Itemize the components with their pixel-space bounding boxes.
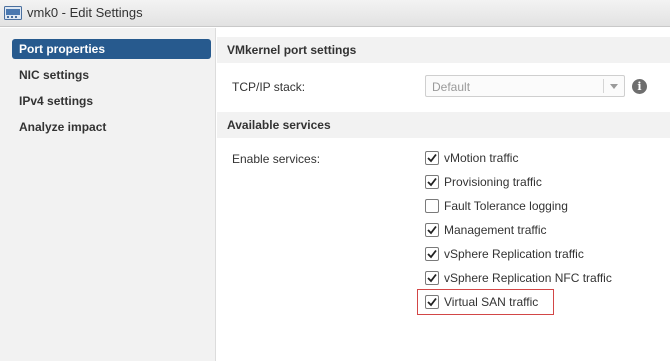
section-title: Available services (227, 118, 331, 132)
sidebar-item-nic-settings[interactable]: NIC settings (12, 65, 211, 85)
vmkernel-section-header: VMkernel port settings (217, 37, 670, 63)
window-title: vmk0 - Edit Settings (27, 5, 143, 20)
section-title: VMkernel port settings (227, 43, 357, 57)
title-bar: vmk0 - Edit Settings (0, 0, 670, 27)
sidebar-item-ipv4-settings[interactable]: IPv4 settings (12, 91, 211, 111)
checkbox[interactable] (425, 199, 439, 213)
service-label: Provisioning traffic (444, 175, 542, 189)
info-icon[interactable]: i (632, 79, 647, 94)
tcpip-stack-select[interactable]: Default (425, 75, 625, 97)
service-label: vMotion traffic (444, 151, 519, 165)
sidebar-item-port-properties[interactable]: Port properties (12, 39, 211, 59)
checkbox[interactable] (425, 175, 439, 189)
sidebar-item-analyze-impact[interactable]: Analyze impact (12, 117, 211, 137)
checkbox[interactable] (425, 151, 439, 165)
services-section-header: Available services (217, 112, 670, 138)
checkbox[interactable] (425, 223, 439, 237)
checkbox[interactable] (425, 247, 439, 261)
checkmark-icon (427, 249, 437, 259)
tcpip-stack-value: Default (432, 80, 471, 94)
service-label: vSphere Replication traffic (444, 247, 584, 261)
service-label: Fault Tolerance logging (444, 199, 568, 213)
service-label: Management traffic (444, 223, 547, 237)
select-divider (603, 79, 604, 93)
checkbox[interactable] (425, 271, 439, 285)
tcpip-stack-label: TCP/IP stack: (232, 80, 306, 94)
service-label: vSphere Replication NFC traffic (444, 271, 612, 285)
chevron-down-icon[interactable] (610, 84, 618, 89)
highlight-box (417, 289, 554, 315)
checkmark-icon (427, 177, 437, 187)
enable-services-label: Enable services: (232, 152, 321, 166)
checkmark-icon (427, 225, 437, 235)
network-adapter-icon (4, 6, 22, 20)
checkmark-icon (427, 273, 437, 283)
checkmark-icon (427, 153, 437, 163)
